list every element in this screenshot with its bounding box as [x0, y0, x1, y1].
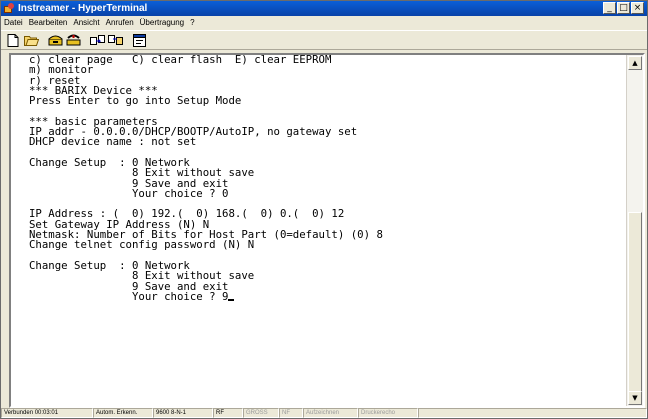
properties-button[interactable]: [131, 33, 147, 47]
send-button[interactable]: [89, 33, 105, 47]
title-bar[interactable]: Instreamer - HyperTerminal _ □ ×: [1, 1, 647, 16]
vertical-scrollbar[interactable]: ▲ ▼: [626, 55, 643, 406]
menu-uebertragung[interactable]: Übertragung: [137, 18, 187, 27]
status-port-settings: 9600 8-N-1: [153, 408, 213, 418]
hyperterminal-app-icon[interactable]: [4, 3, 15, 14]
scroll-down-button[interactable]: ▼: [628, 391, 642, 405]
minimize-button[interactable]: _: [603, 2, 616, 14]
text-cursor: [228, 298, 235, 301]
receive-file-icon: [107, 35, 123, 45]
terminal-line: DHCP device name : not set: [29, 135, 197, 149]
new-connection-button[interactable]: [5, 33, 21, 47]
status-connected: Verbunden 00:03:01: [1, 408, 93, 418]
new-document-icon: [7, 33, 19, 47]
status-bar: Verbunden 00:03:01 Autom. Erkenn. 9600 8…: [1, 408, 647, 419]
window-title: Instreamer - HyperTerminal: [18, 3, 148, 14]
arrow-down-icon: ▼: [632, 394, 638, 402]
status-detection: Autom. Erkenn.: [93, 408, 153, 418]
terminal-line: Your choice ? 0: [29, 186, 229, 200]
menu-ansicht[interactable]: Ansicht: [70, 18, 102, 27]
status-capture: Aufzeichnen: [303, 408, 358, 418]
status-printer-echo: Druckerecho: [358, 408, 418, 418]
menu-bar: Datei Bearbeiten Ansicht Anrufen Übertra…: [1, 16, 647, 29]
open-button[interactable]: [23, 33, 39, 47]
status-empty: [418, 408, 647, 418]
menu-bearbeiten[interactable]: Bearbeiten: [26, 18, 71, 27]
receive-button[interactable]: [107, 33, 123, 47]
hang-up-button[interactable]: [65, 33, 81, 47]
terminal-line: Change telnet config password (N) N: [29, 238, 255, 252]
open-folder-icon: [23, 36, 39, 46]
terminal-output[interactable]: c) clear page C) clear flash E) clear EE…: [11, 55, 626, 302]
properties-icon: [132, 33, 146, 47]
status-scroll: RF: [213, 408, 243, 418]
call-button[interactable]: [47, 33, 63, 47]
arrow-up-icon: ▲: [632, 59, 638, 67]
terminal-line: Your choice ? 9: [29, 289, 229, 303]
window-controls: _ □ ×: [603, 2, 644, 14]
close-button[interactable]: ×: [631, 2, 644, 14]
toolbar: [1, 30, 647, 50]
send-file-icon: [89, 35, 105, 45]
terminal-screen[interactable]: c) clear page C) clear flash E) clear EE…: [11, 55, 626, 406]
connect-phone-icon: [48, 35, 62, 46]
scroll-up-button[interactable]: ▲: [628, 56, 642, 70]
terminal-line: Press Enter to go into Setup Mode: [29, 94, 242, 108]
status-num: NF: [279, 408, 303, 418]
maximize-button[interactable]: □: [617, 2, 630, 14]
menu-anrufen[interactable]: Anrufen: [103, 18, 137, 27]
menu-help[interactable]: ?: [187, 18, 197, 27]
terminal-panel: c) clear page C) clear flash E) clear EE…: [9, 53, 645, 408]
menu-datei[interactable]: Datei: [1, 18, 26, 27]
disconnect-phone-icon: [66, 34, 80, 46]
hyperterminal-window: Instreamer - HyperTerminal _ □ × Datei B…: [0, 0, 648, 419]
scrollbar-thumb[interactable]: [628, 212, 642, 392]
status-caps: GROSS: [243, 408, 279, 418]
